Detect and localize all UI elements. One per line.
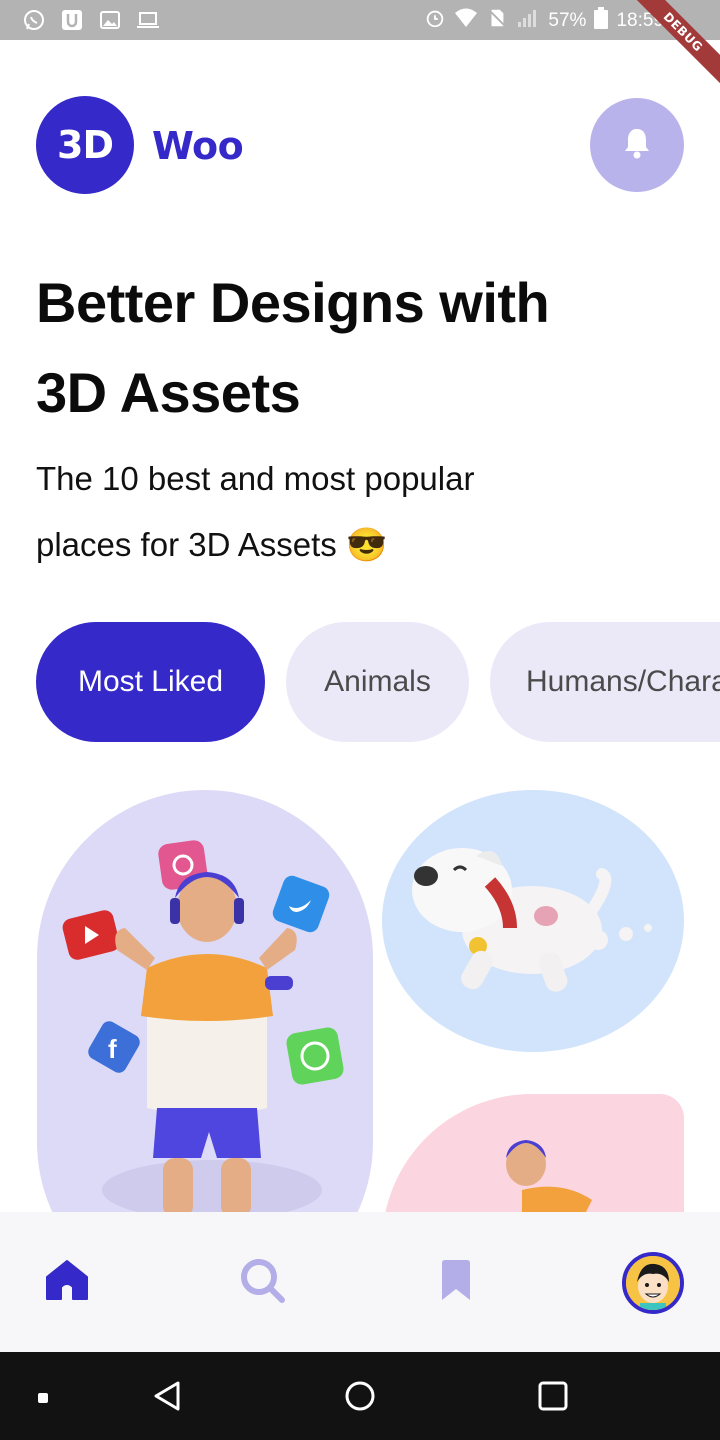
whatsapp-icon [22, 8, 46, 32]
search-icon [238, 1256, 286, 1308]
alarm-icon [424, 7, 446, 35]
subtitle-line-2-row: places for 3D Assets 😎 [36, 512, 636, 578]
svg-text:f: f [108, 1034, 117, 1064]
title-line-2: 3D Assets [36, 361, 301, 424]
asset-card-dog[interactable] [382, 790, 684, 1052]
status-left-icons [22, 8, 160, 32]
notification-button[interactable] [590, 98, 684, 192]
subtitle-line-1: The 10 best and most popular [36, 460, 475, 497]
recents-icon[interactable] [537, 1380, 569, 1416]
signal-icon [516, 7, 540, 35]
nav-home[interactable] [37, 1252, 97, 1312]
battery-percent: 57% [548, 10, 587, 31]
category-chip-humans[interactable]: Humans/Characters [490, 622, 720, 742]
gallery-icon [98, 8, 122, 32]
page-title: Better Designs with 3D Assets [36, 258, 676, 438]
profile-avatar[interactable] [622, 1252, 684, 1314]
system-navigation-bar [0, 1352, 720, 1440]
status-right: 57% 18:59 [424, 7, 664, 35]
battery-icon [594, 7, 609, 35]
bottom-navigation [0, 1212, 720, 1352]
bell-icon [622, 126, 652, 164]
nav-search[interactable] [232, 1252, 292, 1312]
no-sim-icon [486, 7, 508, 35]
dog-illustration [412, 848, 652, 992]
bookmark-icon [440, 1259, 472, 1305]
sunglasses-emoji: 😎 [345, 526, 388, 563]
category-chip-most-liked[interactable]: Most Liked [36, 622, 265, 742]
brand-name: Woo [152, 124, 244, 168]
u-app-icon [60, 8, 84, 32]
back-icon[interactable] [152, 1380, 182, 1416]
app-logo: 3D [36, 96, 134, 194]
dot-icon[interactable] [37, 1389, 49, 1408]
home-button-icon[interactable] [344, 1380, 376, 1416]
nav-bookmark[interactable] [426, 1252, 486, 1312]
title-line-1: Better Designs with [36, 271, 550, 334]
wifi-icon [454, 7, 478, 35]
status-bar: 57% 18:59 DEBUG [0, 0, 720, 93]
category-chip-animals[interactable]: Animals [286, 622, 469, 742]
avatar-face-icon [626, 1256, 680, 1310]
subtitle-line-2: places for 3D Assets [36, 526, 337, 563]
laptop-icon [136, 8, 160, 32]
home-icon [45, 1259, 89, 1305]
page-subtitle: The 10 best and most popular places for … [36, 446, 636, 578]
